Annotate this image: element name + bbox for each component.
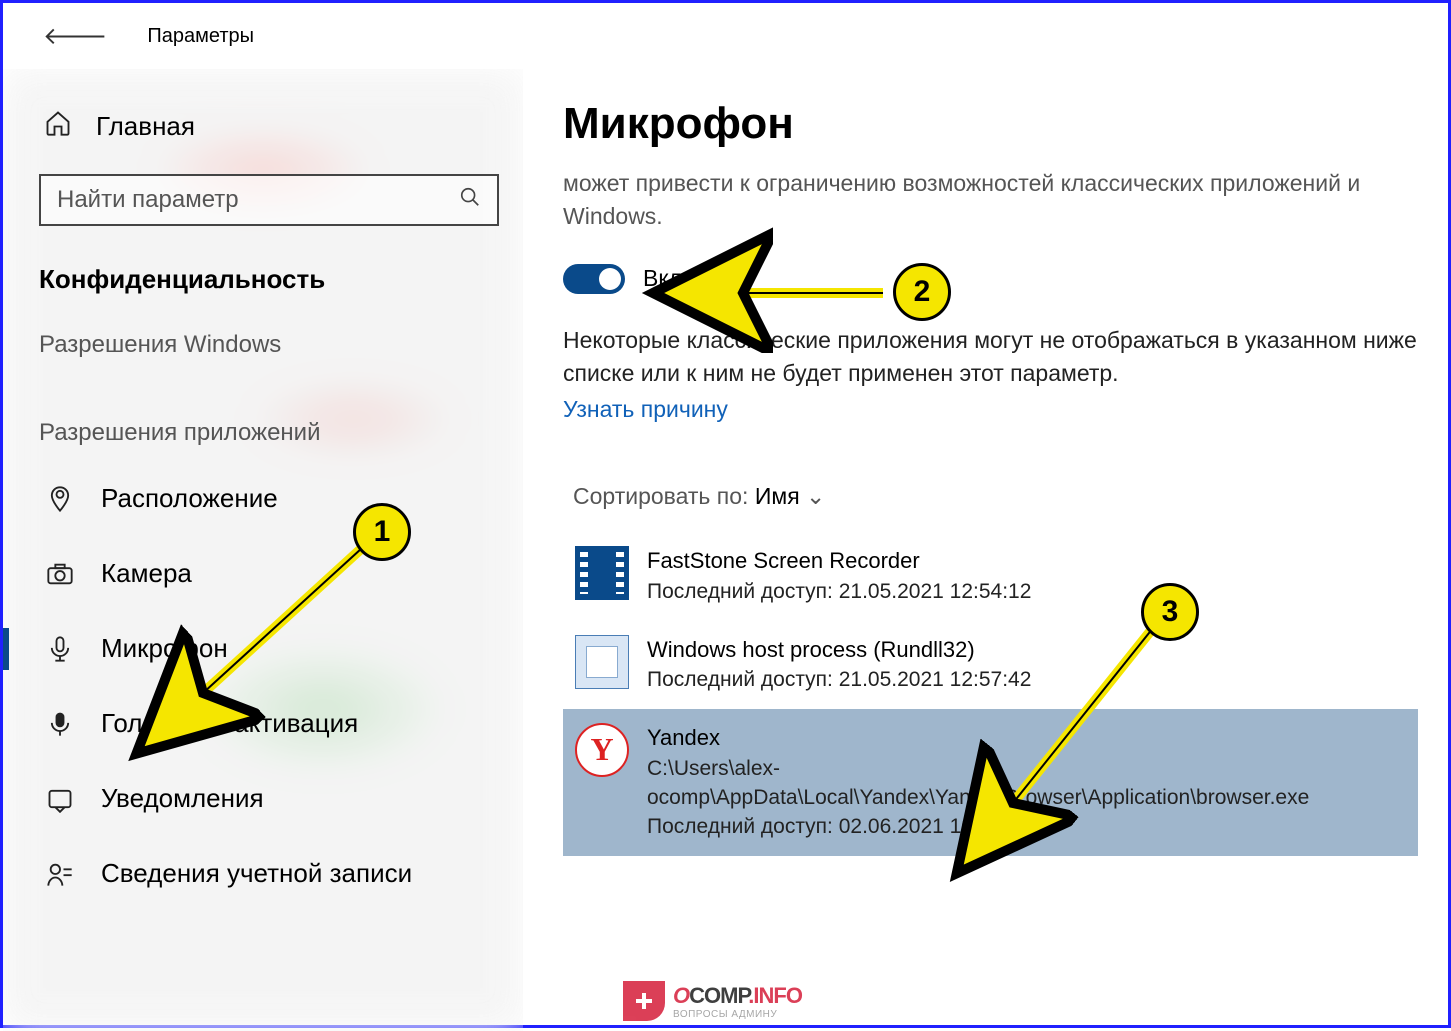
sidebar-section-title: Конфиденциальность bbox=[39, 252, 503, 315]
app-path: C:\Users\alex-ocomp\AppData\Local\Yandex… bbox=[647, 754, 1406, 813]
watermark: OCOMP.INFO ВОПРОСЫ АДМИНУ bbox=[623, 981, 802, 1021]
sidebar-item-camera[interactable]: Камера bbox=[39, 536, 503, 611]
sidebar-item-location[interactable]: Расположение bbox=[39, 461, 503, 536]
search-icon bbox=[459, 186, 481, 214]
watermark-brand: OCOMP.INFO bbox=[673, 983, 802, 1009]
account-icon bbox=[45, 860, 75, 888]
window-title: Параметры bbox=[147, 25, 254, 48]
page-blurb: может привести к ограничению возможносте… bbox=[563, 167, 1418, 234]
app-row-yandex[interactable]: Y Yandex C:\Users\alex-ocomp\AppData\Loc… bbox=[563, 709, 1418, 856]
page-title: Микрофон bbox=[563, 99, 1418, 149]
app-name: Windows host process (Rundll32) bbox=[647, 635, 1031, 666]
sidebar-item-voice[interactable]: Голосовая активация bbox=[39, 686, 503, 761]
sort-label: Сортировать по: bbox=[573, 483, 748, 509]
sidebar: Главная Найти параметр Конфиденциальност… bbox=[3, 69, 523, 1031]
sort-control[interactable]: Сортировать по: Имя ⌄ bbox=[563, 483, 1418, 510]
note-text: Некоторые классические приложения могут … bbox=[563, 324, 1418, 391]
app-name: FastStone Screen Recorder bbox=[647, 546, 1031, 577]
yandex-icon: Y bbox=[575, 723, 629, 777]
voice-icon bbox=[45, 710, 75, 738]
camera-icon bbox=[45, 560, 75, 588]
sidebar-item-label: Микрофон bbox=[101, 633, 228, 664]
sidebar-item-label: Расположение bbox=[101, 483, 278, 514]
film-icon bbox=[575, 546, 629, 600]
sidebar-item-notifications[interactable]: Уведомления bbox=[39, 761, 503, 836]
swiss-cross-icon bbox=[623, 981, 665, 1021]
main-panel: Микрофон может привести к ограничению во… bbox=[523, 69, 1448, 1031]
search-placeholder: Найти параметр bbox=[57, 186, 459, 214]
app-meta: Последний доступ: 21.05.2021 12:57:42 bbox=[647, 665, 1031, 694]
microphone-toggle[interactable] bbox=[563, 264, 625, 294]
app-row-faststone[interactable]: FastStone Screen Recorder Последний дост… bbox=[563, 532, 1418, 620]
chevron-down-icon: ⌄ bbox=[806, 483, 825, 509]
app-meta: Последний доступ: 02.06.2021 10:50:04 bbox=[647, 812, 1406, 841]
app-row-rundll32[interactable]: Windows host process (Rundll32) Последни… bbox=[563, 621, 1418, 709]
sidebar-group-apps: Разрешения приложений bbox=[39, 403, 503, 461]
sidebar-item-label: Голосовая активация bbox=[101, 708, 358, 739]
sidebar-item-label: Уведомления bbox=[101, 783, 264, 814]
sidebar-item-label: Камера bbox=[101, 558, 192, 589]
location-icon bbox=[45, 485, 75, 513]
app-meta: Последний доступ: 21.05.2021 12:54:12 bbox=[647, 577, 1031, 606]
annotation-1: 1 bbox=[353, 503, 411, 561]
search-input[interactable]: Найти параметр bbox=[39, 174, 499, 226]
sidebar-item-account[interactable]: Сведения учетной записи bbox=[39, 836, 503, 911]
sidebar-home-label: Главная bbox=[96, 111, 195, 142]
annotation-3: 3 bbox=[1141, 583, 1199, 641]
home-icon bbox=[44, 109, 72, 144]
toggle-label: Вкл. bbox=[643, 265, 688, 292]
sidebar-group-windows: Разрешения Windows bbox=[39, 315, 503, 373]
learn-more-link[interactable]: Узнать причину bbox=[563, 396, 1418, 423]
notification-icon bbox=[45, 785, 75, 813]
annotation-2: 2 bbox=[893, 263, 951, 321]
sidebar-item-label: Сведения учетной записи bbox=[101, 858, 412, 889]
sidebar-item-microphone[interactable]: Микрофон bbox=[39, 611, 503, 686]
sidebar-home[interactable]: Главная bbox=[39, 79, 503, 174]
document-icon bbox=[575, 635, 629, 689]
back-icon[interactable]: 🡐 bbox=[43, 21, 107, 51]
sort-value: Имя bbox=[755, 483, 800, 509]
watermark-tag: ВОПРОСЫ АДМИНУ bbox=[673, 1009, 802, 1020]
app-name: Yandex bbox=[647, 723, 1406, 754]
microphone-icon bbox=[45, 635, 75, 663]
